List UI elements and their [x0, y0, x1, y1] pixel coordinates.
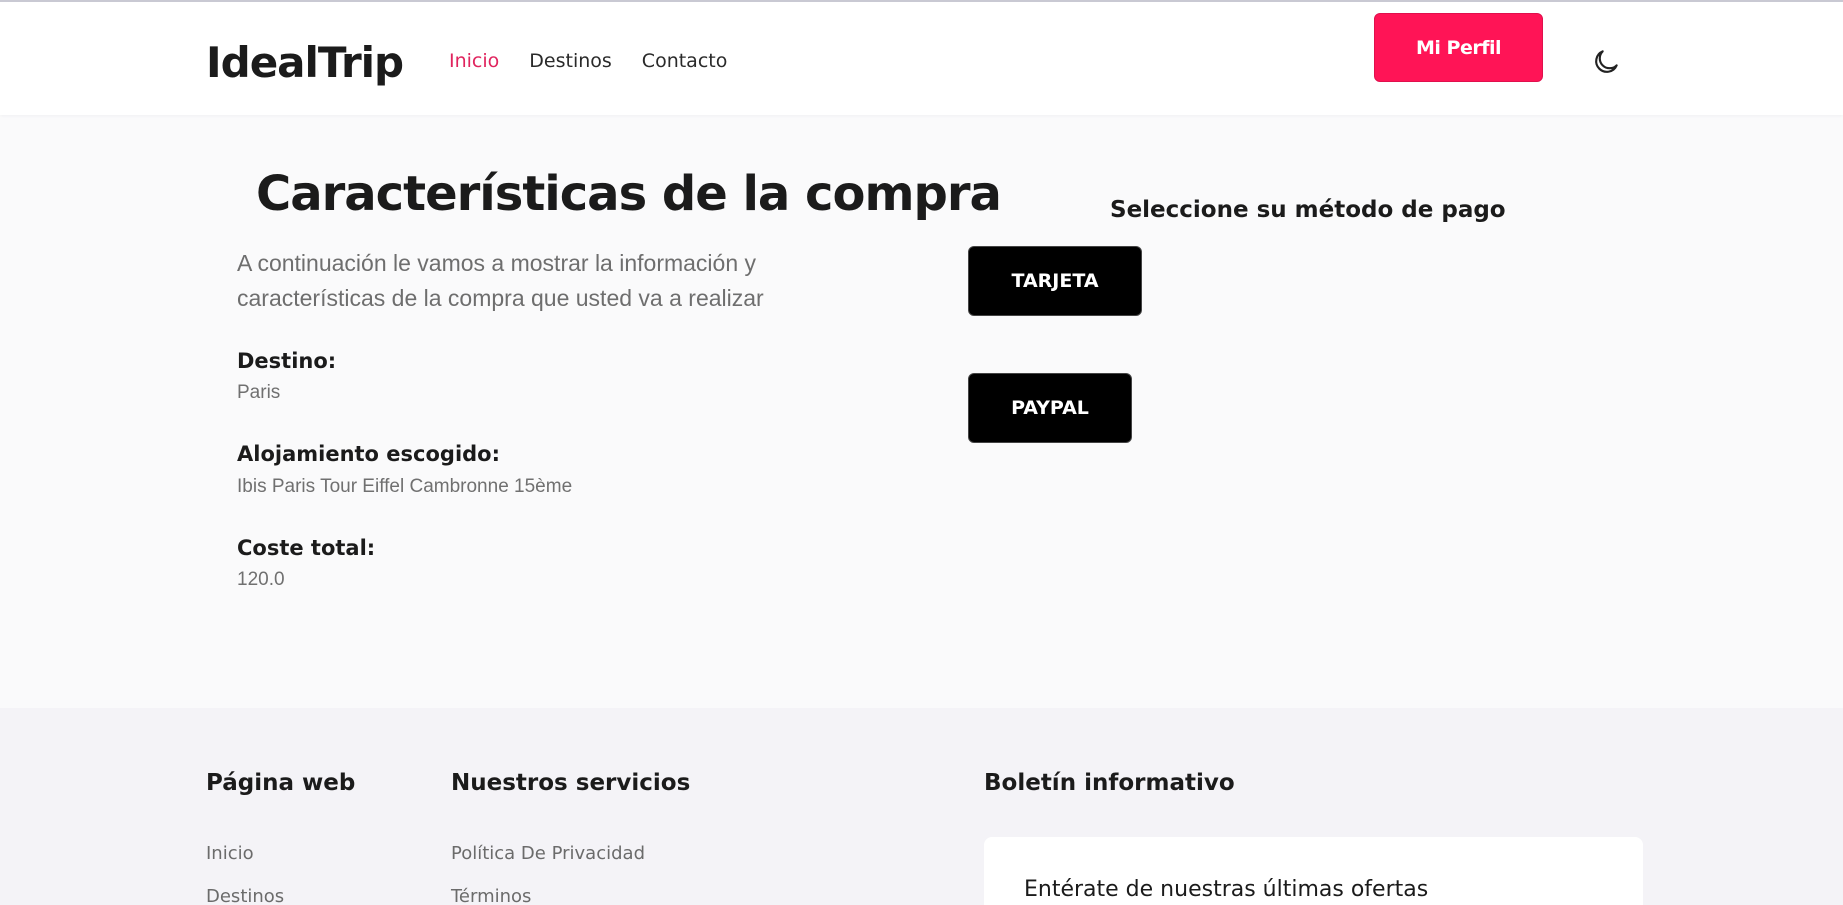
main-nav: Inicio Destinos Contacto — [449, 50, 727, 72]
footer-website-heading: Página web — [206, 770, 356, 796]
nav-link-destinos[interactable]: Destinos — [529, 50, 612, 72]
lodging-value: Ibis Paris Tour Eiffel Cambronne 15ème — [237, 476, 573, 497]
paypal-payment-button[interactable]: PAYPAL — [968, 373, 1132, 443]
moon-icon — [1595, 50, 1618, 73]
footer-link-destinos[interactable]: Destinos — [206, 886, 284, 905]
total-cost-value: 120.0 — [237, 569, 285, 590]
theme-toggle-button[interactable] — [1590, 46, 1622, 78]
total-cost-label: Coste total: — [237, 536, 376, 560]
site-logo[interactable]: IdealTrip — [206, 38, 404, 87]
nav-link-inicio[interactable]: Inicio — [449, 50, 499, 72]
footer-newsletter-heading: Boletín informativo — [984, 770, 1235, 796]
page-title: Características de la compra — [256, 166, 1002, 222]
card-payment-button[interactable]: TARJETA — [968, 246, 1142, 316]
purchase-intro-text: A continuación le vamos a mostrar la inf… — [237, 250, 764, 311]
destination-label: Destino: — [237, 349, 337, 373]
newsletter-text: Entérate de nuestras últimas ofertas — [1024, 877, 1429, 902]
site-header: IdealTrip Inicio Destinos Contacto Mi Pe… — [0, 0, 1843, 115]
destination-value: Paris — [237, 382, 281, 403]
newsletter-card: Entérate de nuestras últimas ofertas — [984, 837, 1643, 905]
lodging-label: Alojamiento escogido: — [237, 442, 501, 466]
footer-services-heading: Nuestros servicios — [451, 770, 691, 796]
footer-link-inicio[interactable]: Inicio — [206, 843, 254, 864]
my-profile-button[interactable]: Mi Perfil — [1374, 13, 1543, 82]
footer-link-terms[interactable]: Términos — [451, 886, 531, 905]
nav-link-contacto[interactable]: Contacto — [642, 50, 728, 72]
footer-link-privacy-policy[interactable]: Política De Privacidad — [451, 843, 645, 864]
site-footer: Página web Inicio Destinos Nuestros serv… — [0, 708, 1843, 905]
payment-method-title: Seleccione su método de pago — [1110, 197, 1506, 223]
